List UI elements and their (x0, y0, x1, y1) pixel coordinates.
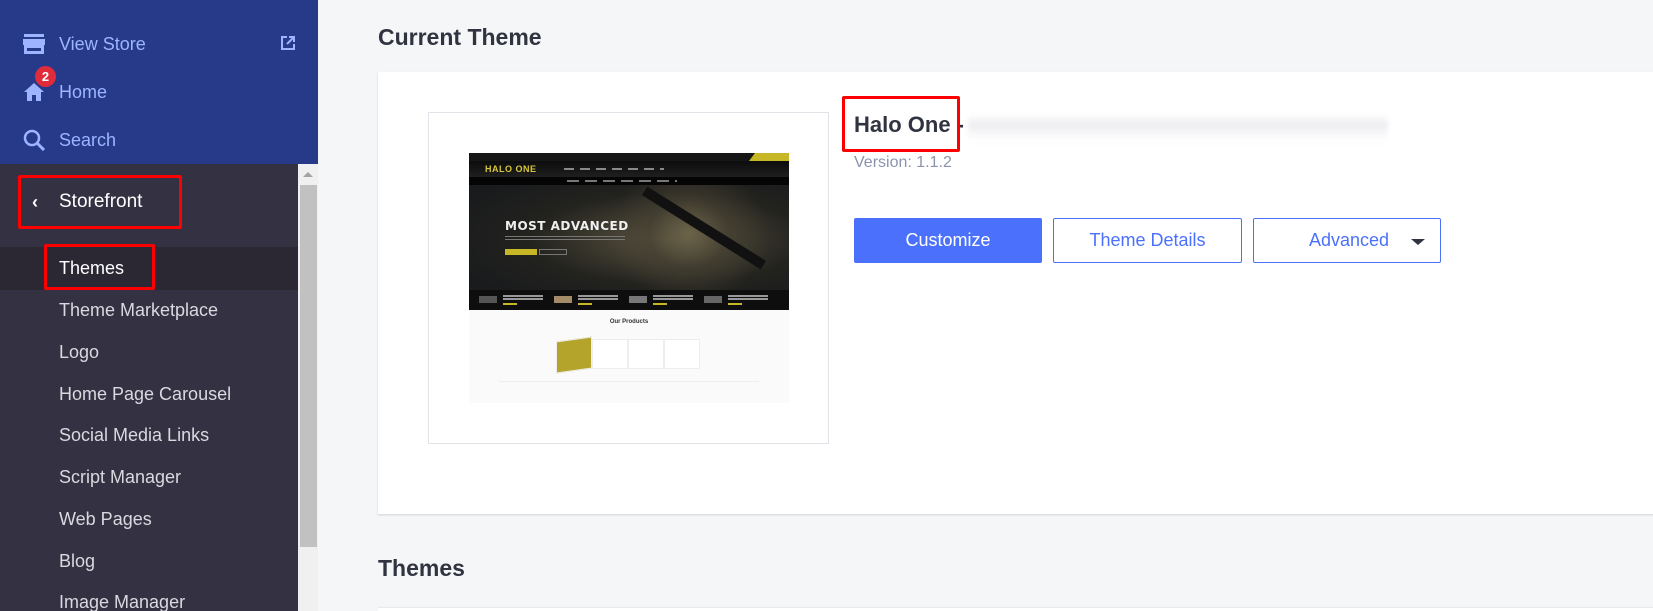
sidebar-item-web-pages[interactable]: Web Pages (59, 509, 152, 530)
sidebar-item-script-manager[interactable]: Script Manager (59, 467, 181, 488)
search-label: Search (59, 129, 117, 150)
preview-tile (664, 339, 700, 369)
theme-preview-frame: HALO ONE MOST ADVANCED Our Products (428, 112, 829, 444)
sidebar-scrollbar[interactable] (298, 164, 318, 611)
highlight-box-theme-name (842, 96, 960, 152)
preview-product-strip (469, 290, 789, 310)
sidebar-item-social-media-links[interactable]: Social Media Links (59, 425, 209, 446)
preview-subnav (469, 177, 789, 185)
view-store-link[interactable]: View Store (0, 24, 318, 64)
view-store-label: View Store (59, 33, 146, 54)
themes-heading: Themes (378, 555, 465, 581)
preview-secondary-button (539, 249, 567, 255)
preview-nav: HALO ONE (469, 161, 789, 177)
preview-product (704, 294, 774, 306)
sidebar-item-home-page-carousel[interactable]: Home Page Carousel (59, 384, 231, 405)
preview-hero-figure (609, 185, 769, 305)
sidebar-item-logo[interactable]: Logo (59, 342, 99, 363)
preview-tile (556, 336, 592, 374)
current-theme-card: HALO ONE MOST ADVANCED Our Products Halo… (378, 72, 1653, 514)
sidebar: View Store 2 Home Search ‹ Storefront Th… (0, 0, 318, 611)
chevron-left-icon: ‹ (32, 191, 38, 212)
preview-subtext (505, 236, 625, 241)
notification-badge: 2 (35, 66, 56, 87)
advanced-label: Advanced (1309, 230, 1390, 250)
preview-product (629, 294, 699, 306)
sidebar-item-theme-marketplace[interactable]: Theme Marketplace (59, 300, 218, 321)
theme-version: Version: 1.1.2 (854, 154, 952, 171)
preview-section-title: Our Products (609, 319, 649, 325)
home-link[interactable]: 2 Home (0, 66, 318, 112)
search-icon (22, 128, 46, 152)
customize-button[interactable]: Customize (854, 218, 1042, 263)
sidebar-item-image-manager[interactable]: Image Manager (59, 592, 185, 611)
redacted-area (968, 114, 1388, 142)
preview-logo: HALO ONE (485, 164, 537, 174)
sidebar-item-blog[interactable]: Blog (59, 551, 95, 572)
preview-tile (592, 339, 628, 369)
preview-links (564, 168, 664, 170)
caret-down-icon (1411, 239, 1425, 245)
theme-preview-image: HALO ONE MOST ADVANCED Our Products (469, 153, 789, 403)
scrollbar-thumb[interactable] (300, 185, 317, 547)
theme-details-button[interactable]: Theme Details (1053, 218, 1242, 263)
search-link[interactable]: Search (0, 120, 318, 160)
sidebar-top-section: View Store 2 Home Search (0, 0, 318, 164)
scroll-up-arrow-icon[interactable] (303, 172, 313, 177)
preview-shop-button (505, 249, 537, 255)
main-content: Current Theme HALO ONE MOST ADVANCED Our… (318, 0, 1653, 611)
section-label: Storefront (59, 191, 143, 212)
external-link-icon[interactable] (280, 35, 298, 53)
preview-product (554, 294, 624, 306)
preview-cards (499, 381, 759, 403)
storefront-back-button[interactable]: ‹ Storefront (18, 175, 182, 229)
preview-topbar (469, 153, 789, 161)
store-icon (22, 32, 46, 56)
advanced-dropdown-button[interactable]: Advanced (1253, 218, 1441, 263)
current-theme-heading: Current Theme (378, 24, 542, 50)
preview-badge (749, 153, 789, 161)
preview-headline: MOST ADVANCED (505, 219, 629, 233)
preview-product (479, 294, 549, 306)
preview-sublinks (567, 180, 677, 182)
home-label: Home (59, 81, 108, 102)
highlight-box-themes (44, 244, 155, 290)
preview-tile (628, 339, 664, 369)
